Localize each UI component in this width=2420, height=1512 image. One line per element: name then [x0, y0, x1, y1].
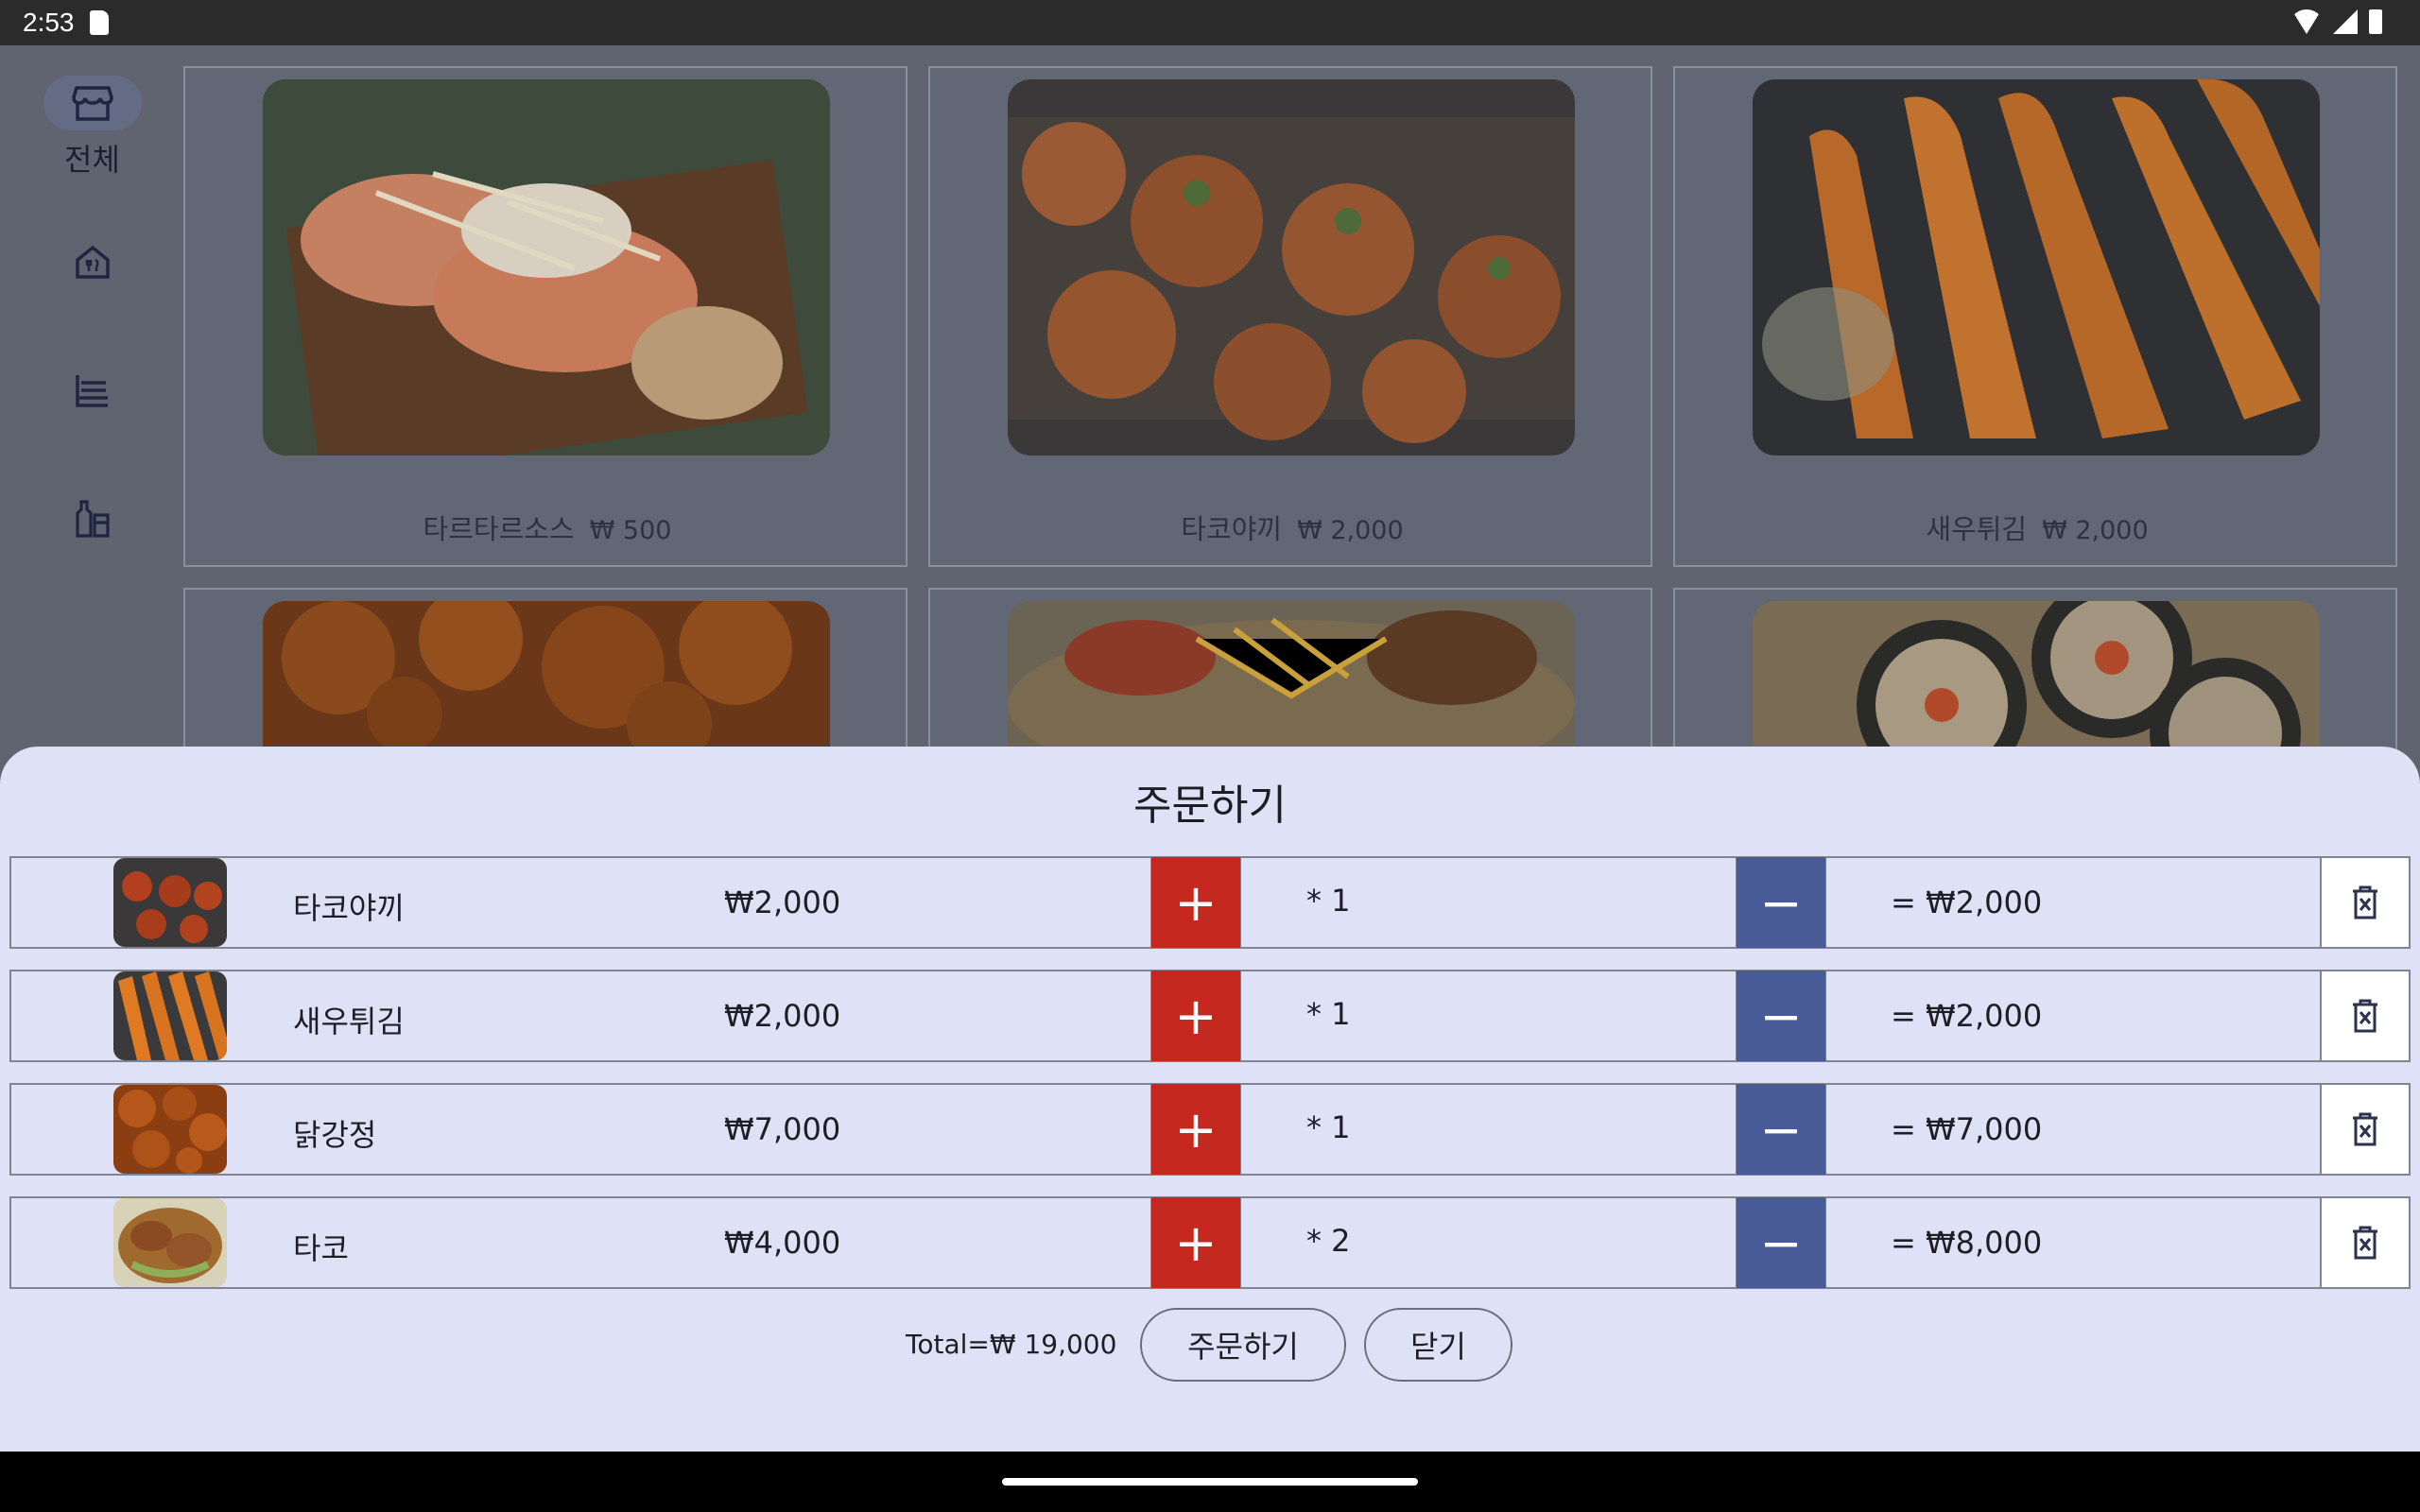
- dakgangjeong-thumbnail: [113, 1085, 227, 1174]
- takoyaki-thumbnail: [113, 858, 227, 947]
- delete-item-button[interactable]: [2320, 1196, 2411, 1289]
- minus-icon: −: [1759, 986, 1803, 1046]
- delete-item-button[interactable]: [2320, 1083, 2411, 1176]
- plus-icon: +: [1174, 986, 1218, 1046]
- restaurant-icon: [75, 245, 110, 279]
- rail-item-liquor-pill: [43, 491, 142, 546]
- order-item-thumbnail: [113, 1198, 227, 1287]
- trash-icon: [2353, 1112, 2377, 1146]
- order-item-quantity: * 2: [1306, 1223, 1351, 1259]
- menu-card-name: 타르타르소스: [423, 513, 575, 545]
- order-item-thumbnail: [113, 1085, 227, 1174]
- order-row: 타코 ₩4,000 + * 2 − = ₩8,000: [9, 1196, 2411, 1289]
- order-item-name: 타코야끼: [293, 890, 405, 926]
- order-item-thumbnail: [113, 858, 227, 947]
- increase-quantity-button[interactable]: +: [1150, 856, 1241, 949]
- battery-icon: [2369, 9, 2382, 34]
- wifi-icon: [2291, 9, 2322, 34]
- menu-card-price: ₩ 2,000: [1297, 516, 1404, 545]
- order-item-unit-price: ₩4,000: [724, 1225, 841, 1261]
- rail-item-all-label: 전체: [64, 142, 120, 178]
- order-item-unit-price: ₩2,000: [724, 998, 841, 1034]
- decrease-quantity-button[interactable]: −: [1736, 1196, 1826, 1289]
- home-gesture-handle[interactable]: [1002, 1478, 1418, 1486]
- order-item-subtotal: = ₩7,000: [1891, 1111, 2043, 1147]
- takoyaki-image: [1008, 79, 1575, 455]
- fried-shrimp-thumbnail: [113, 971, 227, 1060]
- menu-card[interactable]: 타르타르소스 ₩ 500: [183, 66, 908, 567]
- increase-quantity-button[interactable]: +: [1150, 1196, 1241, 1289]
- increase-quantity-button[interactable]: +: [1150, 1083, 1241, 1176]
- menu-card-price: ₩ 2,000: [2042, 516, 2149, 545]
- order-item-name: 새우튀김: [293, 1004, 405, 1040]
- decrease-quantity-button[interactable]: −: [1736, 856, 1826, 949]
- decrease-quantity-button[interactable]: −: [1736, 1083, 1826, 1176]
- order-item-thumbnail: [113, 971, 227, 1060]
- total-label: Total=: [906, 1329, 990, 1360]
- status-icons: [2291, 9, 2382, 34]
- order-item-quantity: * 1: [1306, 1109, 1351, 1145]
- taco-thumbnail: [113, 1198, 227, 1287]
- order-item-name: 닭강정: [293, 1117, 377, 1153]
- rail-item-restaurant-pill: [43, 234, 142, 289]
- menu-card-name: 타코야끼: [1181, 513, 1283, 545]
- order-item-unit-price: ₩2,000: [724, 885, 841, 920]
- menu-card-caption: 새우튀김 ₩ 2,000: [1675, 507, 2399, 547]
- increase-quantity-button[interactable]: +: [1150, 970, 1241, 1062]
- menu-card-name: 새우튀김: [1926, 513, 2028, 545]
- order-item-subtotal: = ₩8,000: [1891, 1225, 2043, 1261]
- menu-card-caption: 타르타르소스 ₩ 500: [185, 507, 909, 547]
- order-item-quantity: * 1: [1306, 996, 1351, 1032]
- minus-icon: −: [1759, 872, 1803, 933]
- menu-card[interactable]: 타코야끼 ₩ 2,000: [928, 66, 1652, 567]
- trash-icon: [2353, 885, 2377, 919]
- status-time: 2:53: [23, 8, 75, 37]
- menu-card-caption: 타코야끼 ₩ 2,000: [930, 507, 1654, 547]
- order-item-quantity: * 1: [1306, 883, 1351, 919]
- order-row: 닭강정 ₩7,000 + * 1 − = ₩7,000: [9, 1083, 2411, 1176]
- decrease-quantity-button[interactable]: −: [1736, 970, 1826, 1062]
- menu-card-price: ₩ 500: [589, 516, 672, 545]
- plus-icon: +: [1174, 872, 1218, 933]
- cell-signal-icon: [2333, 9, 2358, 34]
- place-order-button[interactable]: 주문하기: [1140, 1308, 1346, 1382]
- order-total: Total=₩ 19,000: [906, 1329, 1116, 1360]
- plus-icon: +: [1174, 1099, 1218, 1160]
- liquor-icon: [75, 500, 110, 538]
- menu-card-photo: [1008, 79, 1575, 455]
- rail-item-all[interactable]: 전체: [0, 76, 184, 180]
- order-row: 타코야끼 ₩2,000 + * 1 − = ₩2,000: [9, 856, 2411, 949]
- order-item-subtotal: = ₩2,000: [1891, 885, 2043, 920]
- menu-card[interactable]: 새우튀김 ₩ 2,000: [1673, 66, 2397, 567]
- salmon-sushi-image: [263, 79, 830, 455]
- order-footer: Total=₩ 19,000 주문하기 닫기: [0, 1308, 2420, 1383]
- rail-item-restaurant[interactable]: [0, 234, 184, 289]
- delete-item-button[interactable]: [2320, 856, 2411, 949]
- sheet-title: 주문하기: [1133, 782, 1287, 830]
- status-bar: 2:53: [0, 0, 2420, 45]
- menu-card-photo: [263, 79, 830, 455]
- trash-icon: [2353, 1226, 2377, 1260]
- rail-item-noodles-pill: [43, 363, 142, 418]
- rail-item-noodles[interactable]: [0, 363, 184, 418]
- order-row: 새우튀김 ₩2,000 + * 1 − = ₩2,000: [9, 970, 2411, 1062]
- rail-item-liquor[interactable]: [0, 491, 184, 546]
- fried-shrimp-image: [1753, 79, 2320, 455]
- sd-card-icon: [90, 10, 109, 35]
- order-item-subtotal: = ₩2,000: [1891, 998, 2043, 1034]
- order-item-unit-price: ₩7,000: [724, 1111, 841, 1147]
- plus-icon: +: [1174, 1212, 1218, 1273]
- delete-item-button[interactable]: [2320, 970, 2411, 1062]
- minus-icon: −: [1759, 1099, 1803, 1160]
- trash-icon: [2353, 999, 2377, 1033]
- menu-card-photo: [1753, 79, 2320, 455]
- noodle-bowl-icon: [75, 375, 108, 407]
- total-value: ₩ 19,000: [989, 1329, 1117, 1360]
- system-navigation-bar: [0, 1452, 2420, 1512]
- rail-item-all-pill: [43, 76, 142, 130]
- order-item-name: 타코: [293, 1230, 349, 1266]
- close-button[interactable]: 닫기: [1364, 1308, 1512, 1382]
- minus-icon: −: [1759, 1212, 1803, 1273]
- store-icon: [71, 86, 113, 121]
